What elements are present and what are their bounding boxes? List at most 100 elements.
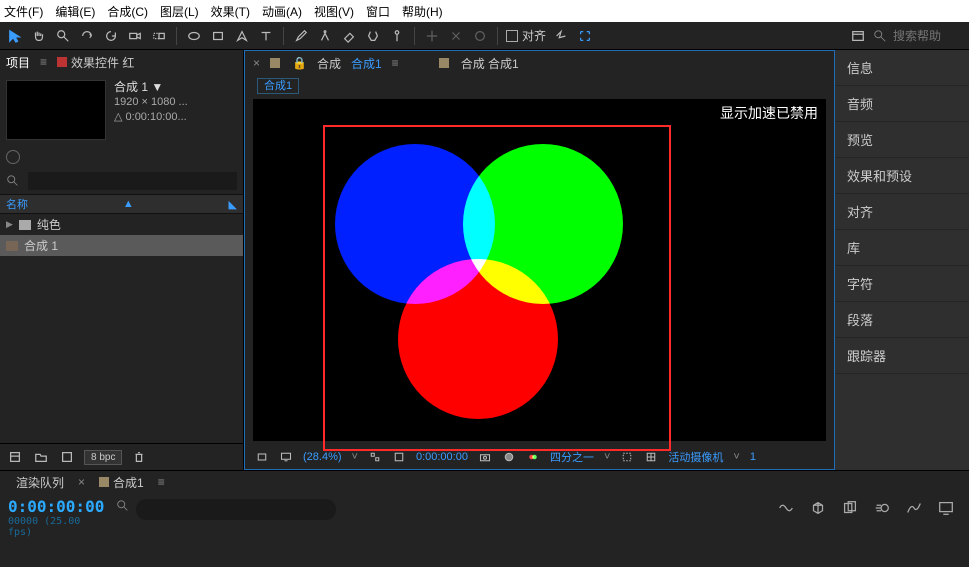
- puppet-tool-icon[interactable]: [388, 27, 406, 45]
- menu-comp[interactable]: 合成(C): [107, 3, 148, 19]
- main-area: 项目 ≡ 效果控件 红 合成 1 ▼ 1920 × 1080 ... △ 0:0…: [0, 50, 969, 470]
- interpret-footage-icon[interactable]: [6, 448, 24, 466]
- orbit-tool-icon[interactable]: [78, 27, 96, 45]
- project-thumbnail[interactable]: [6, 80, 106, 140]
- eraser-tool-icon[interactable]: [340, 27, 358, 45]
- menu-view[interactable]: 视图(V): [314, 3, 354, 19]
- workspace-icon[interactable]: [849, 27, 867, 45]
- tab-effect-controls[interactable]: 效果控件 红: [57, 54, 134, 71]
- tab-timeline-comp[interactable]: 合成1: [99, 474, 144, 491]
- snapshot-icon[interactable]: [478, 450, 492, 464]
- filter-button[interactable]: [6, 150, 20, 164]
- current-timecode[interactable]: 0:00:00:00: [8, 497, 102, 516]
- panel-info[interactable]: 信息: [835, 50, 969, 86]
- snap-options-icon[interactable]: [552, 27, 570, 45]
- menu-effect[interactable]: 效果(T): [211, 3, 250, 19]
- magnify-dropdown-icon[interactable]: [255, 450, 269, 464]
- render-icon[interactable]: [937, 499, 955, 520]
- red-circle-layer[interactable]: [398, 259, 558, 419]
- tab-project[interactable]: 项目: [6, 54, 30, 71]
- panel-effects[interactable]: 效果和预设: [835, 158, 969, 194]
- column-type-icon[interactable]: ◣: [229, 198, 237, 211]
- bit-depth-button[interactable]: 8 bpc: [84, 450, 122, 465]
- tab-active-comp[interactable]: 合成1: [351, 55, 382, 72]
- project-table-header[interactable]: 名称 ▲ ◣: [0, 194, 243, 214]
- grid-icon[interactable]: [644, 450, 658, 464]
- comp-row[interactable]: 合成 1: [0, 235, 243, 256]
- help-search-input[interactable]: [893, 29, 963, 43]
- transparency-grid-icon[interactable]: [392, 450, 406, 464]
- panel-menu-icon[interactable]: ≡: [392, 56, 399, 70]
- menu-layer[interactable]: 图层(L): [160, 3, 199, 19]
- camera-dropdown[interactable]: 活动摄像机: [668, 449, 723, 465]
- snap-bounds-icon[interactable]: [576, 27, 594, 45]
- menu-anim[interactable]: 动画(A): [262, 3, 302, 19]
- shy-toggle-icon[interactable]: [777, 499, 795, 520]
- 3d-toggle-icon[interactable]: [809, 499, 827, 520]
- timeline-timecode-area[interactable]: 0:00:00:00 00000 (25.00 fps): [0, 493, 110, 567]
- color-mgmt-icon[interactable]: [526, 450, 540, 464]
- breadcrumb-item[interactable]: 合成1: [257, 78, 299, 94]
- rotate-tool-icon[interactable]: [102, 27, 120, 45]
- resolution-icon[interactable]: [368, 450, 382, 464]
- panel-audio[interactable]: 音频: [835, 86, 969, 122]
- panel-character[interactable]: 字符: [835, 266, 969, 302]
- channel-icon[interactable]: [502, 450, 516, 464]
- project-search-input[interactable]: [28, 172, 237, 190]
- panel-align[interactable]: 对齐: [835, 194, 969, 230]
- roi-icon[interactable]: [620, 450, 634, 464]
- menu-file[interactable]: 文件(F): [4, 3, 43, 19]
- rect-tool-icon[interactable]: [209, 27, 227, 45]
- frame-blend-icon[interactable]: [841, 499, 859, 520]
- panel-menu-icon[interactable]: ≡: [40, 55, 47, 69]
- panel-tracker[interactable]: 跟踪器: [835, 338, 969, 374]
- disclosure-triangle-icon[interactable]: ▶: [6, 219, 13, 230]
- snap-toggle[interactable]: 对齐: [506, 27, 546, 44]
- local-axis-icon[interactable]: [423, 27, 441, 45]
- panel-preview[interactable]: 预览: [835, 122, 969, 158]
- toolbar: 对齐: [0, 22, 969, 50]
- panel-menu-icon[interactable]: ≡: [158, 475, 165, 489]
- tab-comp-prefix[interactable]: 合成: [317, 55, 341, 72]
- new-folder-icon[interactable]: [32, 448, 50, 466]
- selection-tool-icon[interactable]: [6, 27, 24, 45]
- panel-library[interactable]: 库: [835, 230, 969, 266]
- menu-window[interactable]: 窗口: [366, 3, 390, 19]
- roto-tool-icon[interactable]: [364, 27, 382, 45]
- zoom-tool-icon[interactable]: [54, 27, 72, 45]
- folder-label: 纯色: [37, 216, 61, 233]
- tab-comp-secondary[interactable]: 合成 合成1: [461, 55, 519, 72]
- ellipse-tool-icon[interactable]: [185, 27, 203, 45]
- zoom-level[interactable]: (28.4%): [303, 451, 342, 463]
- world-axis-icon[interactable]: [447, 27, 465, 45]
- view-axis-icon[interactable]: [471, 27, 489, 45]
- preview-timecode[interactable]: 0:00:00:00: [416, 451, 468, 463]
- motion-blur-icon[interactable]: [873, 499, 891, 520]
- panel-paragraph[interactable]: 段落: [835, 302, 969, 338]
- help-search[interactable]: [873, 29, 963, 43]
- hand-tool-icon[interactable]: [30, 27, 48, 45]
- anchor-tool-icon[interactable]: [150, 27, 168, 45]
- composition-preview[interactable]: 显示加速已禁用: [253, 99, 826, 441]
- comp-name[interactable]: 合成 1 ▼: [114, 80, 188, 95]
- trash-icon[interactable]: [130, 448, 148, 466]
- folder-row[interactable]: ▶ 纯色: [0, 214, 243, 235]
- display-icon[interactable]: [279, 450, 293, 464]
- menu-help[interactable]: 帮助(H): [402, 3, 443, 19]
- timeline-search-input[interactable]: [136, 499, 336, 520]
- column-name[interactable]: 名称: [6, 196, 28, 212]
- graph-editor-icon[interactable]: [905, 499, 923, 520]
- new-comp-icon[interactable]: [58, 448, 76, 466]
- brush-tool-icon[interactable]: [292, 27, 310, 45]
- tab-close-icon[interactable]: ×: [253, 56, 260, 70]
- view-count[interactable]: 1: [750, 451, 756, 463]
- resolution-dropdown[interactable]: 四分之一: [550, 449, 594, 465]
- tab-render-queue[interactable]: 渲染队列: [16, 474, 64, 491]
- clone-tool-icon[interactable]: [316, 27, 334, 45]
- lock-icon[interactable]: 🔒: [292, 56, 307, 70]
- tab-close-icon[interactable]: ×: [78, 475, 85, 489]
- camera-tool-icon[interactable]: [126, 27, 144, 45]
- menu-edit[interactable]: 编辑(E): [55, 3, 95, 19]
- pen-tool-icon[interactable]: [233, 27, 251, 45]
- text-tool-icon[interactable]: [257, 27, 275, 45]
